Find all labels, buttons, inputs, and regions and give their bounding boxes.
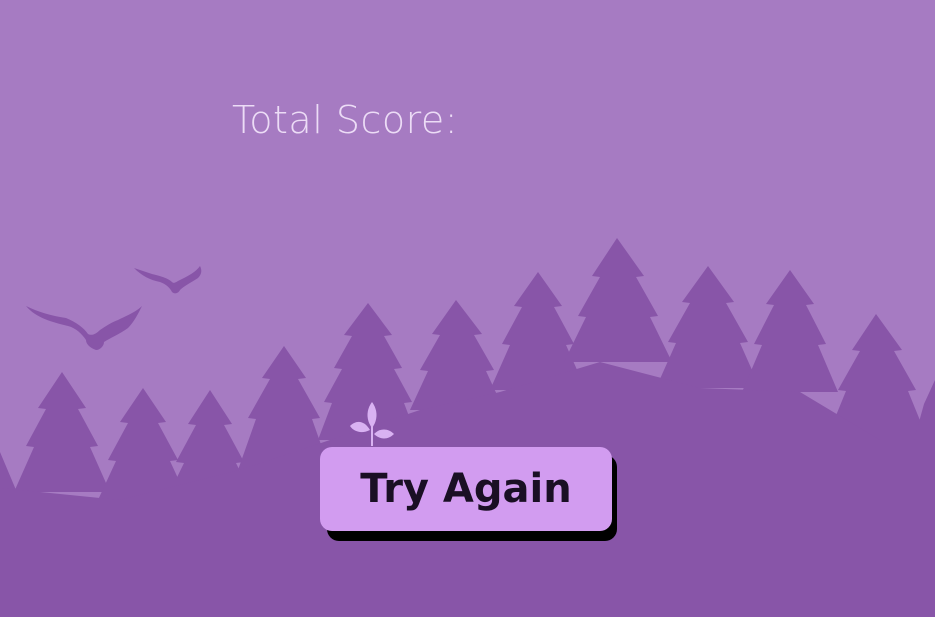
sprout-icon: [350, 402, 394, 446]
game-over-screen: Total Score: Try Again: [0, 0, 935, 617]
total-score-label: Total Score:: [232, 98, 459, 142]
try-again-button[interactable]: Try Again: [320, 447, 612, 531]
